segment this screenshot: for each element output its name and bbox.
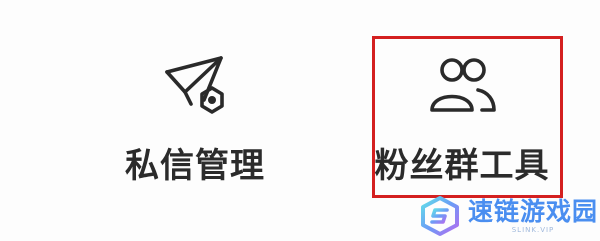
fan-group-tools-item[interactable]: 粉丝群工具: [362, 52, 562, 186]
watermark-subtext: SLINK.VIP: [511, 225, 555, 234]
watermark: 速链游戏园 SLINK.VIP: [418, 195, 597, 237]
menu-panel: 私信管理 粉丝群工具 速链游戏园 SLINK.VIP: [0, 0, 600, 241]
private-message-management-item[interactable]: 私信管理: [95, 52, 295, 186]
private-message-management-label: 私信管理: [125, 146, 265, 186]
slink-logo-icon: [421, 196, 459, 236]
watermark-name: 速链游戏园: [468, 196, 599, 226]
paper-plane-gear-icon: [165, 56, 224, 114]
users-icon: [430, 58, 496, 112]
fan-group-tools-label: 粉丝群工具: [374, 146, 550, 186]
